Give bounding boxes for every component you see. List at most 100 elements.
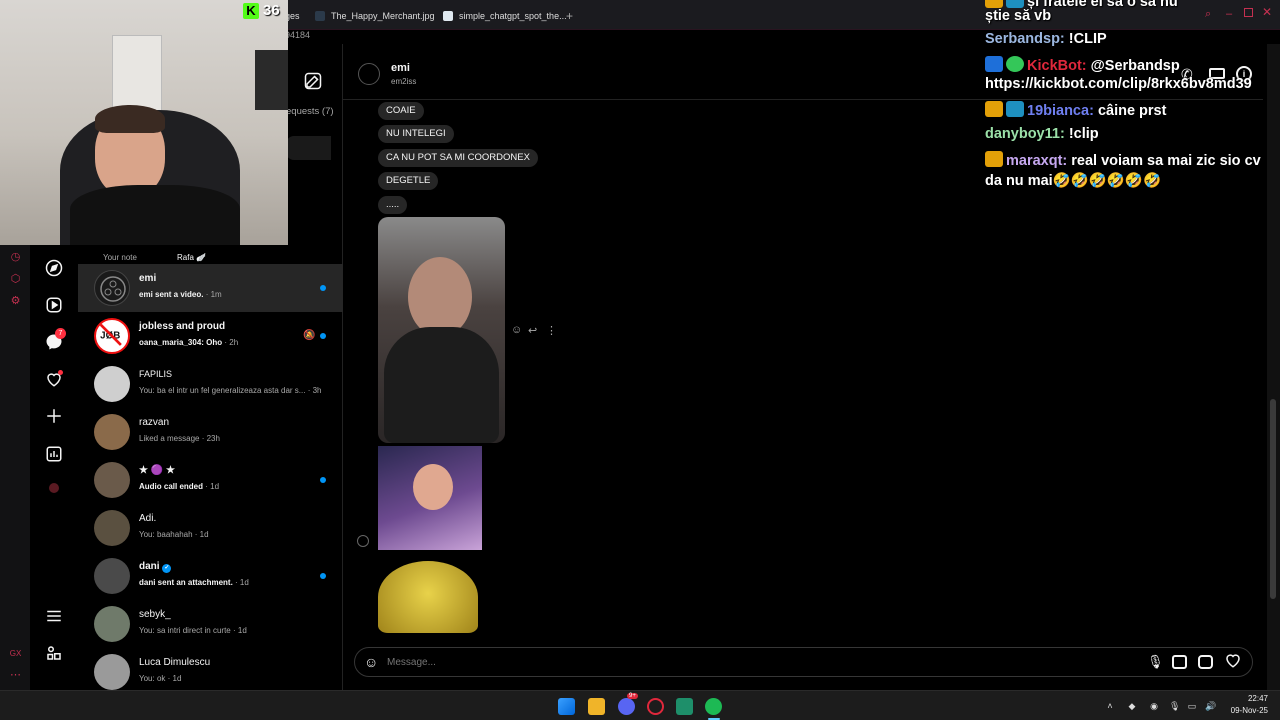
conversation-preview: dani sent an attachment. · 1d: [139, 578, 249, 587]
video-message[interactable]: [378, 217, 505, 443]
message-bubble[interactable]: COAIE: [378, 102, 424, 120]
plus-icon: +: [566, 9, 574, 23]
also-from-meta-icon[interactable]: [45, 644, 63, 662]
conversation-preview: emi sent a video. · 1m: [139, 290, 222, 299]
more-icon[interactable]: ⋯: [9, 669, 22, 682]
kick-viewer-count: 36: [263, 2, 280, 19]
avatar: [94, 558, 130, 594]
conversation-item[interactable]: emi emi sent a video. · 1m: [78, 264, 343, 312]
clock-date[interactable]: 09-Nov-25: [1222, 706, 1268, 715]
scrollbar-thumb[interactable]: [1270, 399, 1276, 599]
conversation-item[interactable]: JØB jobless and proud oana_maria_304: Oh…: [78, 312, 343, 360]
opera-gx-icon[interactable]: [647, 698, 664, 715]
spotify-icon[interactable]: [705, 698, 722, 715]
stream-chat-line: https://kickbot.com/clip/8rkx6bv8md39: [985, 76, 1252, 92]
conversation-item[interactable]: razvan Liked a message · 23h: [78, 408, 343, 456]
conversation-item[interactable]: FAPILIS You: ba el intr un fel generaliz…: [78, 360, 343, 408]
react-icon[interactable]: ☺: [511, 324, 522, 336]
requests-link[interactable]: equests (7): [286, 106, 334, 117]
messages-icon[interactable]: 7: [45, 328, 66, 351]
sticker-character-face: [413, 464, 453, 510]
conversation-preview: You: sa intri direct in curte · 1d: [139, 626, 247, 635]
new-tab-button[interactable]: +: [566, 6, 573, 26]
conversation-item[interactable]: ★ 🟣 ★ Audio call ended · 1d: [78, 456, 343, 504]
opera-sidebar: ◷ ⬡ ⚙ GX ⋯: [0, 245, 30, 690]
subscriber-badge-icon: [1006, 0, 1024, 8]
search-bar[interactable]: [286, 136, 331, 160]
profile-avatar[interactable]: [49, 483, 59, 493]
tray-mic-icon[interactable]: 🎙: [1169, 701, 1180, 711]
tab-chatgpt-spot[interactable]: simple_chatgpt_spot_the...: [443, 6, 567, 26]
like-heart-icon[interactable]: [1224, 651, 1242, 669]
note-label[interactable]: Rafa 🪽: [177, 253, 206, 262]
search-icon[interactable]: ⌕: [1205, 8, 1211, 21]
file-explorer-icon[interactable]: [588, 698, 605, 715]
clock-time[interactable]: 22:47: [1230, 694, 1268, 703]
minimize-icon[interactable]: –: [1226, 8, 1232, 20]
image-tab-icon: [443, 11, 453, 21]
close-icon[interactable]: ✕: [1262, 5, 1272, 19]
history-icon[interactable]: ◷: [9, 251, 22, 264]
more-options-icon[interactable]: ⋮: [546, 324, 557, 337]
new-message-icon[interactable]: [304, 72, 322, 90]
conversation-name: sebyk_: [139, 609, 171, 620]
app-icon[interactable]: [676, 698, 693, 715]
note-label[interactable]: Your note: [103, 253, 137, 262]
tray-network-icon[interactable]: ▭: [1187, 701, 1197, 711]
tray-volume-icon[interactable]: 🔊: [1205, 701, 1216, 711]
chat-username: Serbandsp:: [985, 31, 1065, 47]
discord-icon[interactable]: 9+: [618, 693, 638, 715]
unread-dot: [320, 333, 326, 339]
chat-scrollbar[interactable]: [1267, 44, 1280, 690]
create-plus-icon[interactable]: [45, 407, 63, 425]
avatar: JØB: [94, 318, 130, 354]
chat-username: danyboy11:: [985, 126, 1065, 142]
emoji-sticker[interactable]: [378, 561, 478, 633]
message-bubble[interactable]: .....: [378, 196, 408, 214]
conversation-name: FAPILIS: [139, 369, 173, 379]
windows-start-icon[interactable]: [558, 698, 575, 715]
conversation-item[interactable]: sebyk_ You: sa intri direct in curte · 1…: [78, 600, 343, 648]
conversation-name: ★ 🟣 ★: [139, 465, 175, 476]
message-composer[interactable]: ☺ 🎙: [354, 647, 1253, 677]
message-bubble[interactable]: DEGETLE: [378, 172, 439, 190]
explore-icon[interactable]: [45, 259, 63, 277]
tray-expand-icon[interactable]: ˄: [1105, 701, 1115, 711]
stream-chat-line: 19bianca: câine prst: [985, 101, 1166, 119]
avatar: [94, 270, 130, 306]
conversation-item[interactable]: dani ✓ dani sent an attachment. · 1d: [78, 552, 343, 600]
microphone-icon[interactable]: 🎙: [1147, 654, 1164, 670]
reply-icon[interactable]: ↩: [528, 324, 537, 337]
tray-discord-icon[interactable]: ◉: [1149, 701, 1159, 711]
conversation-item[interactable]: Luca Dimulescu You: ok · 1d: [78, 648, 343, 696]
sender-avatar: [357, 535, 369, 547]
chat-name[interactable]: emi: [391, 62, 410, 74]
maximize-icon[interactable]: [1244, 8, 1253, 17]
menu-hamburger-icon[interactable]: [45, 607, 63, 625]
sticker-image[interactable]: [378, 446, 482, 550]
stream-chat-line: KickBot: @Serbandsp: [985, 56, 1180, 74]
avatar: [94, 510, 130, 546]
kick-logo-icon: K: [243, 3, 259, 19]
reels-icon[interactable]: [45, 296, 63, 314]
emoji-icon[interactable]: ☺: [364, 654, 378, 670]
chat-avatar[interactable]: [358, 63, 380, 85]
message-input[interactable]: [387, 654, 1087, 670]
avatar: [94, 606, 130, 642]
dashboard-icon[interactable]: [45, 445, 63, 463]
conversation-name: emi: [139, 273, 157, 284]
tray-app-icon[interactable]: ◆: [1127, 701, 1137, 711]
settings-icon[interactable]: ⚙: [9, 295, 22, 308]
sticker-icon[interactable]: [1198, 655, 1213, 669]
extensions-icon[interactable]: ⬡: [9, 273, 22, 286]
notifications-heart-icon[interactable]: [45, 370, 63, 388]
image-upload-icon[interactable]: [1172, 655, 1187, 669]
discord-badge: 9+: [627, 693, 638, 699]
stream-chat-line: maraxqt: real voiam sa mai zic sio cv: [985, 151, 1261, 169]
tab-happy-merchant[interactable]: The_Happy_Merchant.jpg: [315, 6, 435, 26]
conversation-name: jobless and proud: [139, 321, 226, 332]
message-bubble[interactable]: CA NU POT SA MI COORDONEX: [378, 149, 538, 167]
tab-label: The_Happy_Merchant.jpg: [331, 11, 435, 21]
conversation-item[interactable]: Adi. You: baahahah · 1d: [78, 504, 343, 552]
message-bubble[interactable]: NU INTELEGI: [378, 125, 454, 143]
